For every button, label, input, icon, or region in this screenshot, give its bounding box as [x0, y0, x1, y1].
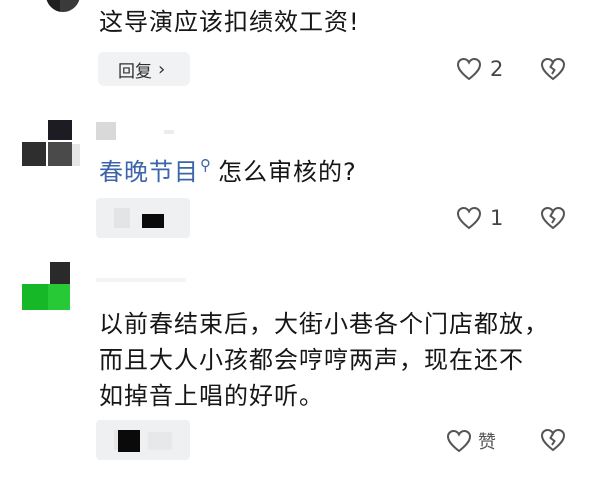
username-redacted [96, 122, 176, 140]
like-button[interactable]: 1 [456, 206, 503, 230]
comment-line: 而且大人小孩都会哼哼两声，现在还不 [99, 346, 524, 374]
comment-line: 以前春结束后，大街小巷各个门店都放， [99, 310, 549, 338]
heart-icon [456, 57, 482, 81]
broken-heart-icon [540, 206, 566, 230]
search-icon: ⚲ [200, 156, 212, 174]
mention-link[interactable]: 春晚节目 [99, 158, 199, 186]
comment-text: 怎么审核的? [218, 158, 357, 186]
dislike-button[interactable] [540, 428, 566, 456]
reply-button[interactable]: 回复 › [98, 52, 190, 86]
like-label: 赞 [478, 432, 496, 453]
reply-button-redacted[interactable] [96, 198, 190, 238]
like-button[interactable]: 赞 [446, 428, 496, 454]
reply-button-redacted[interactable] [96, 420, 190, 460]
broken-heart-icon [540, 57, 566, 81]
comment-text: 这导演应该扣绩效工资! [99, 8, 360, 36]
comment-line: 如掉音上唱的好听。 [99, 382, 324, 410]
like-button[interactable]: 2 [456, 57, 503, 81]
reply-label: 回复 [118, 61, 152, 82]
commenter-avatar[interactable] [46, 0, 80, 12]
like-count: 2 [490, 57, 504, 81]
commenter-avatar[interactable] [22, 262, 72, 312]
broken-heart-icon [540, 428, 566, 452]
username-redacted [96, 276, 186, 284]
dislike-button[interactable] [540, 206, 566, 234]
heart-icon [456, 206, 482, 230]
chevron-right-icon: › [158, 58, 166, 80]
comment-text: 以前春结束后，大街小巷各个门店都放， 而且大人小孩都会哼哼两声，现在还不 如掉音… [99, 306, 549, 414]
like-count: 1 [490, 206, 504, 230]
commenter-avatar[interactable] [22, 120, 80, 168]
heart-icon [446, 429, 472, 453]
dislike-button[interactable] [540, 57, 566, 85]
comment-text-row: 春晚节目⚲ 怎么审核的? [99, 154, 357, 193]
